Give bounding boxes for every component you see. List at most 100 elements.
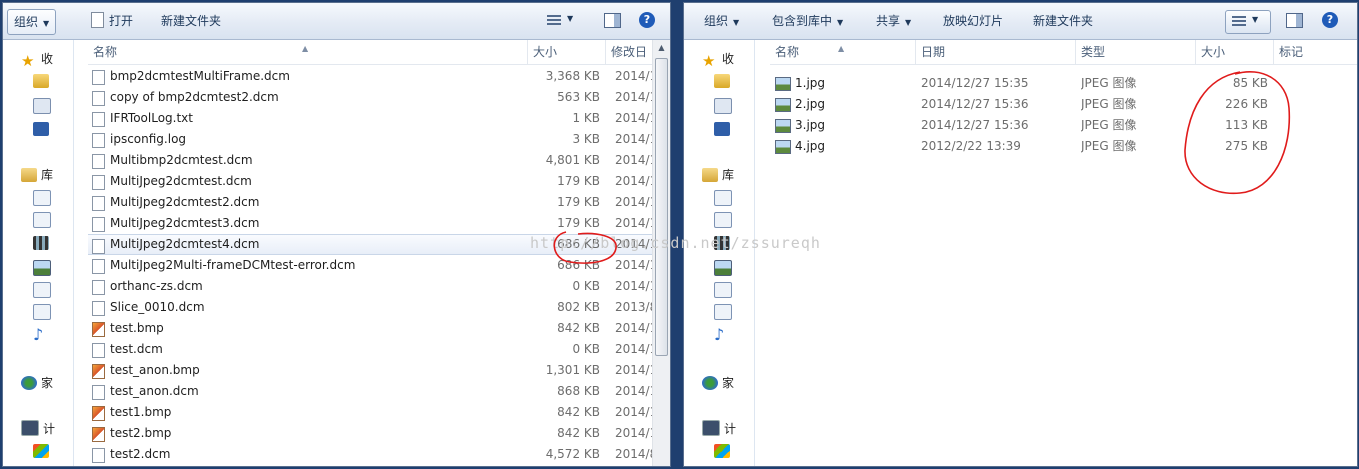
left-view-options-button[interactable]: ▼	[541, 10, 585, 32]
nav-homegroup[interactable]: 家	[702, 374, 734, 392]
right-preview-pane-button[interactable]	[1286, 13, 1303, 28]
column-header-tags[interactable]: 标记	[1274, 40, 1357, 64]
library-subfolder-icon[interactable]	[33, 304, 51, 320]
right-include-library-button[interactable]: 包含到库中 ▼	[766, 9, 849, 33]
column-header-name[interactable]: 名称 ▲	[88, 40, 528, 64]
file-date: 2014/12/27 15:36	[921, 118, 1029, 132]
column-header-type[interactable]: 类型	[1076, 40, 1196, 64]
library-documents-icon[interactable]	[33, 190, 51, 206]
left-open-button[interactable]: 打开	[85, 9, 139, 33]
scrollbar-thumb[interactable]	[655, 58, 668, 356]
table-row[interactable]: copy of bmp2dcmtest2.dcm 563 KB 2014/1	[88, 87, 670, 108]
file-name-cell: Slice_0010.dcm	[88, 297, 545, 318]
pictures-library-icon[interactable]	[714, 260, 732, 276]
desktop-icon[interactable]	[714, 122, 730, 136]
nav-libraries[interactable]: 库	[702, 166, 734, 184]
music-library-icon[interactable]: ♪	[33, 327, 49, 343]
table-row[interactable]: IFRToolLog.txt 1 KB 2014/1	[88, 108, 670, 129]
file-name: MultiJpeg2dcmtest2.dcm	[110, 195, 260, 209]
column-header-date[interactable]: 日期	[916, 40, 1076, 64]
left-column-headers: 名称 ▲ 大小 修改日	[88, 40, 670, 65]
left-organize-button[interactable]: 组织 ▼	[7, 9, 57, 35]
file-date: 2014/12/27 15:36	[921, 97, 1029, 111]
file-name: copy of bmp2dcmtest2.dcm	[110, 90, 279, 104]
table-row[interactable]: MultiJpeg2dcmtest3.dcm 179 KB 2014/1	[88, 213, 670, 234]
slideshow-label: 放映幻灯片	[943, 14, 1004, 28]
table-row[interactable]: 3.jpg 2014/12/27 15:36 JPEG 图像 113 KB	[770, 115, 1357, 136]
file-size: 842 KB	[557, 426, 600, 440]
column-header-size[interactable]: 大小	[528, 40, 606, 64]
recent-places-icon[interactable]	[33, 98, 51, 114]
table-row[interactable]: test.bmp 842 KB 2014/1	[88, 318, 670, 339]
right-organize-button[interactable]: 组织 ▼	[698, 9, 745, 33]
nav-favorites-label: 收	[722, 52, 735, 66]
system-drive-icon[interactable]	[714, 444, 730, 458]
table-row[interactable]: 1.jpg 2014/12/27 15:35 JPEG 图像 85 KB	[770, 73, 1357, 94]
table-row[interactable]: MultiJpeg2dcmtest2.dcm 179 KB 2014/1	[88, 192, 670, 213]
documents-library-icon[interactable]	[33, 282, 51, 298]
right-share-button[interactable]: 共享 ▼	[870, 9, 917, 33]
system-drive-icon[interactable]	[33, 444, 49, 458]
file-name-cell: test_anon.bmp	[88, 360, 545, 381]
table-row[interactable]: test_anon.bmp 1,301 KB 2014/1	[88, 360, 670, 381]
file-name: 4.jpg	[795, 139, 826, 153]
nav-homegroup-label: 家	[722, 376, 735, 390]
nav-favorites[interactable]: ★ 收	[702, 50, 735, 69]
library-subfolder-icon[interactable]	[714, 212, 732, 228]
scroll-up-icon[interactable]: ▲	[653, 40, 670, 56]
image-file-icon	[775, 98, 791, 112]
left-navigation-pane: ★ 收 库 ♪ 家 计	[3, 40, 74, 466]
nav-favorites[interactable]: ★ 收	[21, 50, 53, 69]
table-row[interactable]: Slice_0010.dcm 802 KB 2013/8	[88, 297, 670, 318]
library-subfolder-icon[interactable]	[714, 304, 732, 320]
table-row[interactable]: 4.jpg 2012/2/22 13:39 JPEG 图像 275 KB	[770, 136, 1357, 157]
library-documents-icon[interactable]	[714, 190, 732, 206]
left-new-folder-button[interactable]: 新建文件夹	[155, 9, 227, 33]
table-row[interactable]: ipsconfig.log 3 KB 2014/1	[88, 129, 670, 150]
videos-library-icon[interactable]	[33, 236, 49, 250]
table-row[interactable]: MultiJpeg2Multi-frameDCMtest-error.dcm 68…	[88, 255, 670, 276]
column-header-name[interactable]: 名称 ▲	[770, 40, 916, 64]
file-size: 686 KB	[557, 258, 600, 272]
left-help-button[interactable]: ?	[639, 12, 655, 28]
chevron-down-icon: ▼	[43, 19, 50, 28]
table-row[interactable]: test2.dcm 4,572 KB 2014/8	[88, 444, 670, 465]
file-name-cell: test2.bmp	[88, 423, 545, 444]
documents-library-icon[interactable]	[714, 282, 732, 298]
right-view-options-button[interactable]: ▼	[1225, 10, 1271, 34]
table-row[interactable]: bmp2dcmtestMultiFrame.dcm 3,368 KB 2014/1	[88, 66, 670, 87]
nav-libraries[interactable]: 库	[21, 166, 53, 184]
table-row[interactable]: MultiJpeg2dcmtest.dcm 179 KB 2014/1	[88, 171, 670, 192]
table-row[interactable]: test.dcm 0 KB 2014/1	[88, 339, 670, 360]
file-name-cell: orthanc-zs.dcm	[88, 276, 545, 297]
downloads-folder-icon[interactable]	[714, 74, 730, 88]
column-header-size[interactable]: 大小	[1196, 40, 1274, 64]
nav-homegroup[interactable]: 家	[21, 374, 53, 392]
right-new-folder-button[interactable]: 新建文件夹	[1027, 9, 1099, 33]
file-date: 2012/2/22 13:39	[921, 139, 1021, 153]
right-help-button[interactable]: ?	[1322, 12, 1338, 28]
desktop-icon[interactable]	[33, 122, 49, 136]
table-row[interactable]: test1.bmp 842 KB 2014/1	[88, 402, 670, 423]
image-file-icon	[775, 119, 791, 133]
library-subfolder-icon[interactable]	[33, 212, 51, 228]
pictures-library-icon[interactable]	[33, 260, 51, 276]
new-folder-label: 新建文件夹	[161, 14, 222, 28]
left-vertical-scrollbar[interactable]: ▲	[652, 40, 670, 466]
table-row[interactable]: orthanc-zs.dcm 0 KB 2014/1	[88, 276, 670, 297]
downloads-folder-icon[interactable]	[33, 74, 49, 88]
file-name: 2.jpg	[795, 97, 826, 111]
file-name: MultiJpeg2dcmtest.dcm	[110, 174, 252, 188]
file-name-cell: ipsconfig.log	[88, 129, 545, 150]
table-row[interactable]: test2.bmp 842 KB 2014/1	[88, 423, 670, 444]
table-row[interactable]: Multibmp2dcmtest.dcm 4,801 KB 2014/1	[88, 150, 670, 171]
table-row[interactable]: 2.jpg 2014/12/27 15:36 JPEG 图像 226 KB	[770, 94, 1357, 115]
recent-places-icon[interactable]	[714, 98, 732, 114]
music-library-icon[interactable]: ♪	[714, 327, 730, 343]
nav-computer[interactable]: 计	[21, 420, 55, 438]
document-icon	[92, 154, 105, 169]
table-row[interactable]: test_anon.dcm 868 KB 2014/1	[88, 381, 670, 402]
left-preview-pane-button[interactable]	[604, 13, 621, 28]
nav-computer[interactable]: 计	[702, 420, 736, 438]
right-slideshow-button[interactable]: 放映幻灯片	[937, 9, 1009, 33]
